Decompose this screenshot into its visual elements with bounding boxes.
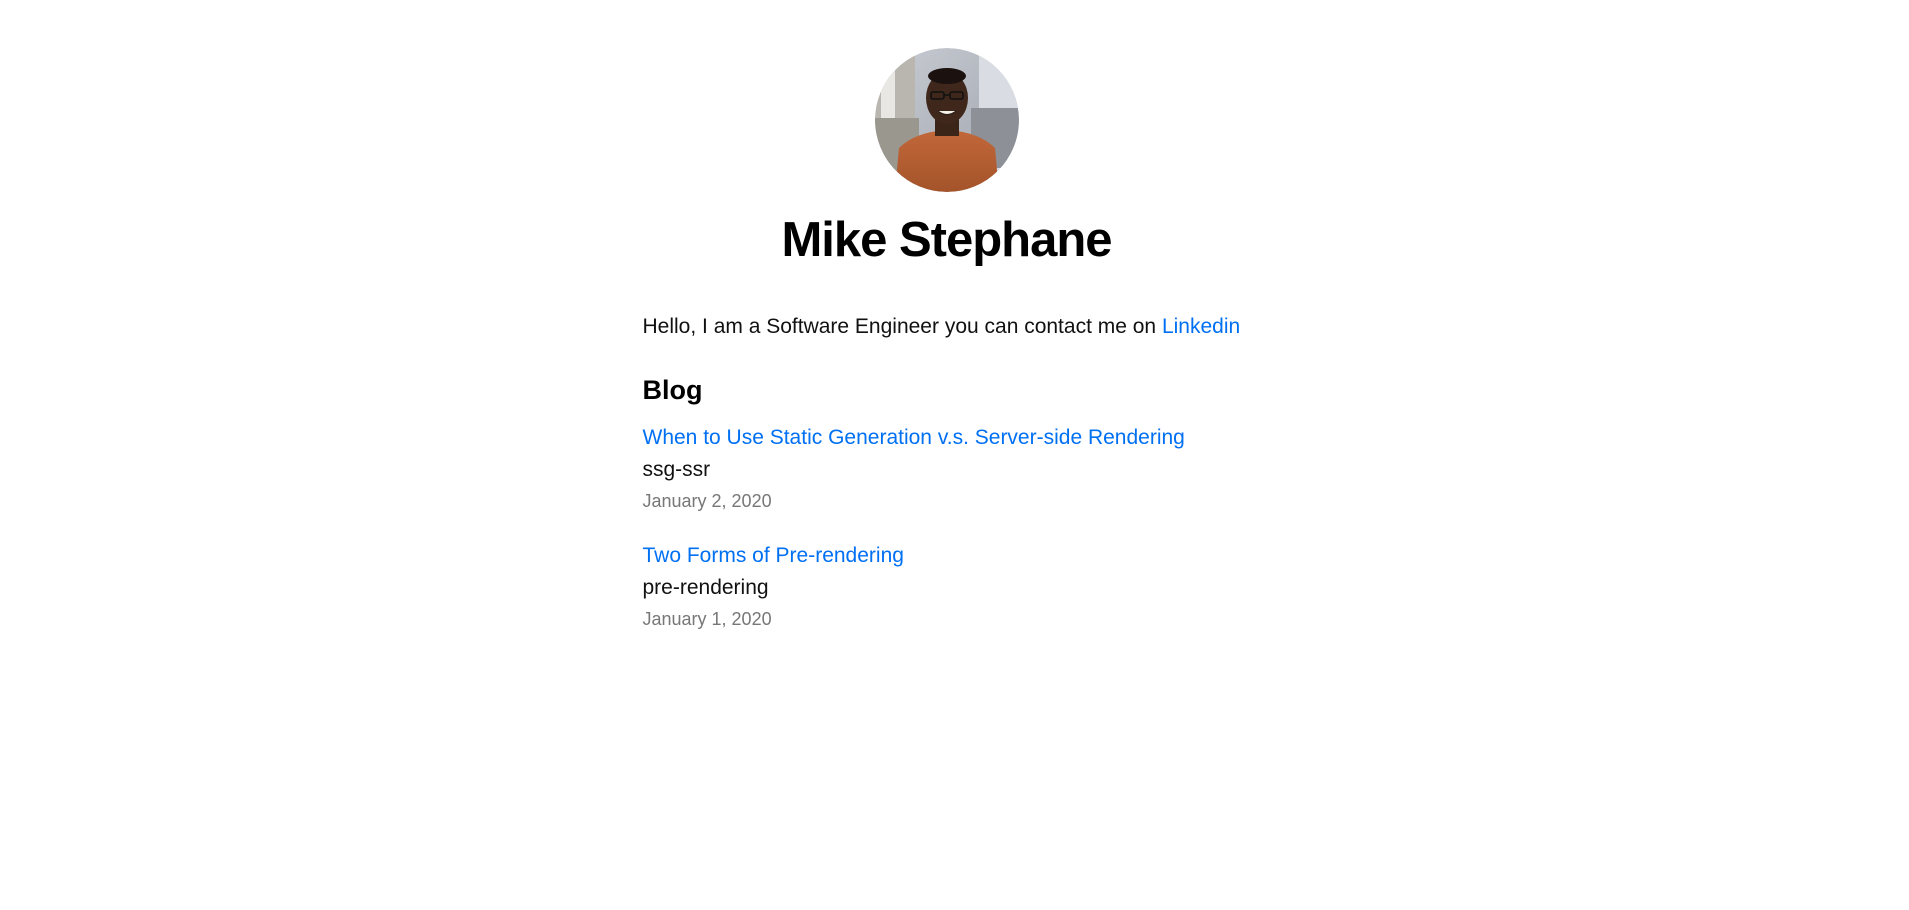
blog-section: Blog When to Use Static Generation v.s. … xyxy=(587,375,1307,632)
post-date: January 1, 2020 xyxy=(642,609,772,630)
post-date: January 2, 2020 xyxy=(642,491,772,512)
intro-text: Hello, I am a Software Engineer you can … xyxy=(587,312,1307,341)
blog-heading: Blog xyxy=(642,375,703,406)
post-title-link[interactable]: Two Forms of Pre-rendering xyxy=(643,540,1307,572)
linkedin-link[interactable]: Linkedin xyxy=(1162,315,1240,338)
post-id: pre-rendering xyxy=(642,575,769,599)
post-title-link[interactable]: When to Use Static Generation v.s. Serve… xyxy=(643,422,1307,454)
blog-post: When to Use Static Generation v.s. Serve… xyxy=(643,422,1307,514)
post-id: ssg-ssr xyxy=(642,457,711,481)
avatar xyxy=(874,48,1019,192)
blog-post: Two Forms of Pre-rendering pre-rendering… xyxy=(643,540,1307,632)
profile-header: Mike Stephane xyxy=(587,48,1307,268)
intro-section: Hello, I am a Software Engineer you can … xyxy=(587,312,1307,341)
intro-body: Hello, I am a Software Engineer you can … xyxy=(642,314,1162,338)
profile-name: Mike Stephane xyxy=(781,213,1112,267)
page-container: Mike Stephane Hello, I am a Software Eng… xyxy=(587,0,1307,633)
